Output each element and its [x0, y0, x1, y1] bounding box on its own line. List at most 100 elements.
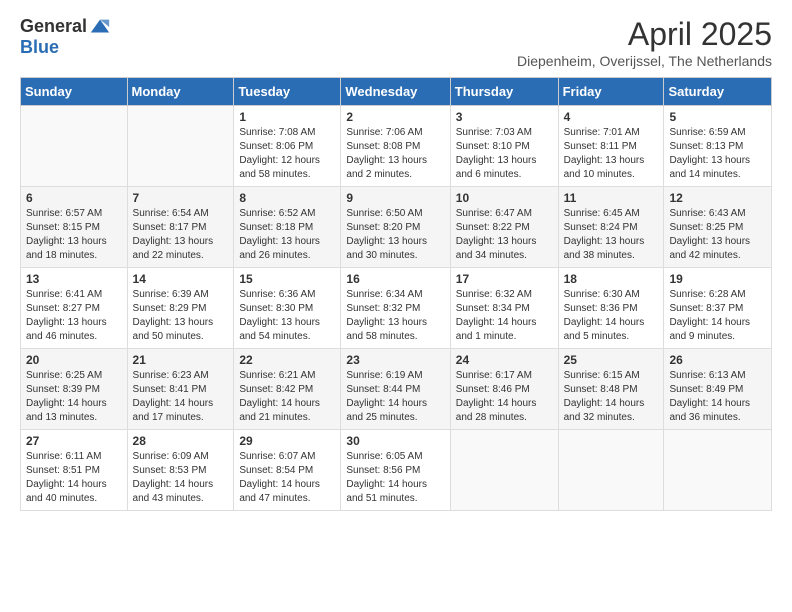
- day-info: Sunrise: 6:21 AM Sunset: 8:42 PM Dayligh…: [239, 369, 335, 425]
- day-number: 4: [564, 110, 659, 124]
- calendar-week-row: 27 Sunrise: 6:11 AM Sunset: 8:51 PM Dayli…: [21, 430, 772, 511]
- calendar-cell: 22 Sunrise: 6:21 AM Sunset: 8:42 PM Dayli…: [234, 349, 341, 430]
- day-header-wednesday: Wednesday: [341, 78, 450, 106]
- logo: General Blue: [20, 16, 111, 58]
- day-number: 20: [26, 353, 122, 367]
- day-number: 25: [564, 353, 659, 367]
- calendar-cell: 21Sunrise: 6:23 AM Sunset: 8:41 PM Dayli…: [127, 349, 234, 430]
- day-header-monday: Monday: [127, 78, 234, 106]
- calendar-cell: 14Sunrise: 6:39 AM Sunset: 8:29 PM Dayli…: [127, 268, 234, 349]
- day-number: 3: [456, 110, 553, 124]
- day-info: Sunrise: 6:41 AM Sunset: 8:27 PM Dayligh…: [26, 288, 122, 344]
- day-number: 18: [564, 272, 659, 286]
- calendar-cell: 23 Sunrise: 6:19 AM Sunset: 8:44 PM Dayli…: [341, 349, 450, 430]
- day-number: 30: [346, 434, 444, 448]
- logo-blue: Blue: [20, 37, 59, 57]
- calendar-cell: 3 Sunrise: 7:03 AM Sunset: 8:10 PM Daylig…: [450, 106, 558, 187]
- calendar-week-row: 1 Sunrise: 7:08 AM Sunset: 8:06 PM Daylig…: [21, 106, 772, 187]
- day-info: Sunrise: 6:13 AM Sunset: 8:49 PM Dayligh…: [669, 369, 766, 425]
- calendar-cell: [21, 106, 128, 187]
- day-info: Sunrise: 6:52 AM Sunset: 8:18 PM Dayligh…: [239, 207, 335, 263]
- day-number: 15: [239, 272, 335, 286]
- day-number: 8: [239, 191, 335, 205]
- day-info: Sunrise: 6:57 AM Sunset: 8:15 PM Dayligh…: [26, 207, 122, 263]
- calendar-cell: 8 Sunrise: 6:52 AM Sunset: 8:18 PM Daylig…: [234, 187, 341, 268]
- calendar-cell: 19 Sunrise: 6:28 AM Sunset: 8:37 PM Dayli…: [664, 268, 772, 349]
- day-number: 1: [239, 110, 335, 124]
- day-number: 23: [346, 353, 444, 367]
- day-number: 2: [346, 110, 444, 124]
- day-info: Sunrise: 6:07 AM Sunset: 8:54 PM Dayligh…: [239, 450, 335, 506]
- calendar-cell: 26 Sunrise: 6:13 AM Sunset: 8:49 PM Dayli…: [664, 349, 772, 430]
- calendar-cell: 17 Sunrise: 6:32 AM Sunset: 8:34 PM Dayli…: [450, 268, 558, 349]
- day-info: Sunrise: 6:54 AM Sunset: 8:17 PM Dayligh…: [133, 207, 229, 263]
- day-number: 13: [26, 272, 122, 286]
- day-header-tuesday: Tuesday: [234, 78, 341, 106]
- day-number: 28: [133, 434, 229, 448]
- title-area: April 2025 Diepenheim, Overijssel, The N…: [517, 16, 772, 69]
- day-info: Sunrise: 7:03 AM Sunset: 8:10 PM Dayligh…: [456, 126, 553, 182]
- calendar-cell: 25 Sunrise: 6:15 AM Sunset: 8:48 PM Dayli…: [558, 349, 664, 430]
- calendar-week-row: 20 Sunrise: 6:25 AM Sunset: 8:39 PM Dayli…: [21, 349, 772, 430]
- day-header-sunday: Sunday: [21, 78, 128, 106]
- day-info: Sunrise: 6:05 AM Sunset: 8:56 PM Dayligh…: [346, 450, 444, 506]
- day-number: 11: [564, 191, 659, 205]
- day-number: 7: [133, 191, 229, 205]
- logo-general: General: [20, 16, 87, 36]
- calendar-cell: 9Sunrise: 6:50 AM Sunset: 8:20 PM Daylig…: [341, 187, 450, 268]
- calendar-cell: 11 Sunrise: 6:45 AM Sunset: 8:24 PM Dayli…: [558, 187, 664, 268]
- day-info: Sunrise: 6:59 AM Sunset: 8:13 PM Dayligh…: [669, 126, 766, 182]
- day-number: 6: [26, 191, 122, 205]
- calendar-cell: 2 Sunrise: 7:06 AM Sunset: 8:08 PM Daylig…: [341, 106, 450, 187]
- calendar-cell: 4 Sunrise: 7:01 AM Sunset: 8:11 PM Daylig…: [558, 106, 664, 187]
- location-title: Diepenheim, Overijssel, The Netherlands: [517, 53, 772, 69]
- calendar-cell: 15 Sunrise: 6:36 AM Sunset: 8:30 PM Dayli…: [234, 268, 341, 349]
- day-info: Sunrise: 6:15 AM Sunset: 8:48 PM Dayligh…: [564, 369, 659, 425]
- calendar-cell: 5 Sunrise: 6:59 AM Sunset: 8:13 PM Daylig…: [664, 106, 772, 187]
- calendar-cell: 20 Sunrise: 6:25 AM Sunset: 8:39 PM Dayli…: [21, 349, 128, 430]
- day-header-friday: Friday: [558, 78, 664, 106]
- day-number: 19: [669, 272, 766, 286]
- day-number: 17: [456, 272, 553, 286]
- day-number: 5: [669, 110, 766, 124]
- day-info: Sunrise: 6:34 AM Sunset: 8:32 PM Dayligh…: [346, 288, 444, 344]
- calendar-cell: 1 Sunrise: 7:08 AM Sunset: 8:06 PM Daylig…: [234, 106, 341, 187]
- calendar-header-row: SundayMondayTuesdayWednesdayThursdayFrid…: [21, 78, 772, 106]
- day-header-saturday: Saturday: [664, 78, 772, 106]
- day-info: Sunrise: 6:45 AM Sunset: 8:24 PM Dayligh…: [564, 207, 659, 263]
- day-info: Sunrise: 7:06 AM Sunset: 8:08 PM Dayligh…: [346, 126, 444, 182]
- day-info: Sunrise: 7:01 AM Sunset: 8:11 PM Dayligh…: [564, 126, 659, 182]
- day-info: Sunrise: 6:28 AM Sunset: 8:37 PM Dayligh…: [669, 288, 766, 344]
- day-info: Sunrise: 6:11 AM Sunset: 8:51 PM Dayligh…: [26, 450, 122, 506]
- calendar-cell: 7 Sunrise: 6:54 AM Sunset: 8:17 PM Daylig…: [127, 187, 234, 268]
- calendar-week-row: 6 Sunrise: 6:57 AM Sunset: 8:15 PM Daylig…: [21, 187, 772, 268]
- day-number: 10: [456, 191, 553, 205]
- day-number: 27: [26, 434, 122, 448]
- header: General Blue April 2025 Diepenheim, Over…: [20, 16, 772, 69]
- calendar-cell: 13 Sunrise: 6:41 AM Sunset: 8:27 PM Dayli…: [21, 268, 128, 349]
- day-info: Sunrise: 6:36 AM Sunset: 8:30 PM Dayligh…: [239, 288, 335, 344]
- calendar-cell: 24Sunrise: 6:17 AM Sunset: 8:46 PM Dayli…: [450, 349, 558, 430]
- day-number: 16: [346, 272, 444, 286]
- month-title: April 2025: [517, 16, 772, 53]
- day-number: 26: [669, 353, 766, 367]
- calendar-cell: 10Sunrise: 6:47 AM Sunset: 8:22 PM Dayli…: [450, 187, 558, 268]
- day-info: Sunrise: 6:32 AM Sunset: 8:34 PM Dayligh…: [456, 288, 553, 344]
- calendar-cell: [664, 430, 772, 511]
- calendar-cell: 16 Sunrise: 6:34 AM Sunset: 8:32 PM Dayli…: [341, 268, 450, 349]
- calendar: SundayMondayTuesdayWednesdayThursdayFrid…: [20, 77, 772, 511]
- day-number: 21: [133, 353, 229, 367]
- calendar-week-row: 13 Sunrise: 6:41 AM Sunset: 8:27 PM Dayli…: [21, 268, 772, 349]
- calendar-cell: [450, 430, 558, 511]
- day-info: Sunrise: 7:08 AM Sunset: 8:06 PM Dayligh…: [239, 126, 335, 182]
- calendar-cell: 29Sunrise: 6:07 AM Sunset: 8:54 PM Dayli…: [234, 430, 341, 511]
- calendar-cell: 6 Sunrise: 6:57 AM Sunset: 8:15 PM Daylig…: [21, 187, 128, 268]
- calendar-cell: [558, 430, 664, 511]
- day-info: Sunrise: 6:19 AM Sunset: 8:44 PM Dayligh…: [346, 369, 444, 425]
- day-number: 9: [346, 191, 444, 205]
- day-info: Sunrise: 6:09 AM Sunset: 8:53 PM Dayligh…: [133, 450, 229, 506]
- calendar-cell: 30 Sunrise: 6:05 AM Sunset: 8:56 PM Dayli…: [341, 430, 450, 511]
- logo-icon: [89, 16, 111, 38]
- day-info: Sunrise: 6:25 AM Sunset: 8:39 PM Dayligh…: [26, 369, 122, 425]
- day-number: 22: [239, 353, 335, 367]
